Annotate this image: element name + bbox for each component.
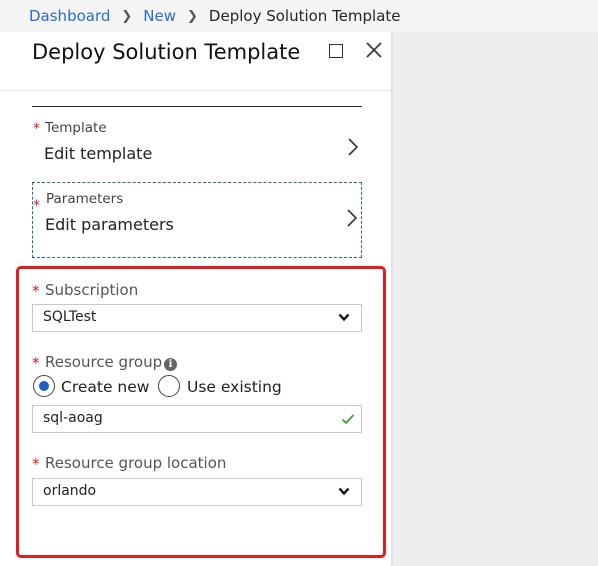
template-label: Template (45, 120, 107, 136)
location-select[interactable]: orlando (32, 478, 362, 506)
resource-group-name-input[interactable]: sql-aoag (32, 405, 362, 433)
resource-group-name-value: sql-aoag (43, 410, 103, 426)
subscription-label: Subscription (45, 281, 139, 299)
chevron-right-icon: ❯ (121, 8, 133, 24)
breadcrumb-dashboard-link[interactable]: Dashboard (29, 7, 110, 25)
use-existing-radio[interactable] (158, 375, 180, 397)
required-marker: * (32, 455, 40, 473)
template-nav-item[interactable]: * Template Edit template (32, 112, 362, 188)
subscription-value: SQLTest (43, 309, 97, 325)
create-new-radio[interactable] (33, 375, 55, 397)
required-marker: * (32, 282, 40, 300)
close-icon[interactable] (364, 40, 384, 60)
workspace-background (393, 32, 598, 566)
checkmark-icon (341, 414, 355, 425)
breadcrumb: Dashboard ❯ New ❯ Deploy Solution Templa… (0, 0, 598, 32)
required-marker: * (32, 354, 40, 372)
subscription-select[interactable]: SQLTest (32, 304, 362, 332)
deploy-blade: Deploy Solution Template * Template Edit… (0, 32, 391, 566)
blade-title: Deploy Solution Template (32, 40, 301, 64)
chevron-right-icon: ❯ (187, 8, 198, 24)
use-existing-label[interactable]: Use existing (187, 378, 282, 396)
resource-group-label: Resource group (45, 353, 163, 371)
blade-edge (391, 32, 393, 566)
header-divider (0, 90, 391, 91)
maximize-button[interactable] (329, 44, 343, 58)
location-value: orlando (43, 483, 97, 499)
breadcrumb-new-link[interactable]: New (143, 7, 176, 25)
parameters-value: Edit parameters (45, 215, 174, 234)
required-marker: * (33, 198, 40, 214)
resource-group-location-label: Resource group location (45, 454, 227, 472)
info-icon[interactable]: i (164, 358, 177, 371)
chevron-down-icon (338, 487, 350, 496)
chevron-right-icon (347, 209, 358, 227)
chevron-down-icon (338, 313, 350, 322)
parameters-label: Parameters (46, 191, 124, 207)
section-divider (32, 106, 362, 107)
required-marker: * (33, 121, 40, 137)
breadcrumb-current: Deploy Solution Template (208, 7, 401, 25)
chevron-right-icon (348, 138, 359, 156)
template-value: Edit template (44, 144, 153, 163)
parameters-nav-item[interactable]: * Parameters Edit parameters (32, 182, 362, 258)
create-new-label[interactable]: Create new (61, 378, 149, 396)
